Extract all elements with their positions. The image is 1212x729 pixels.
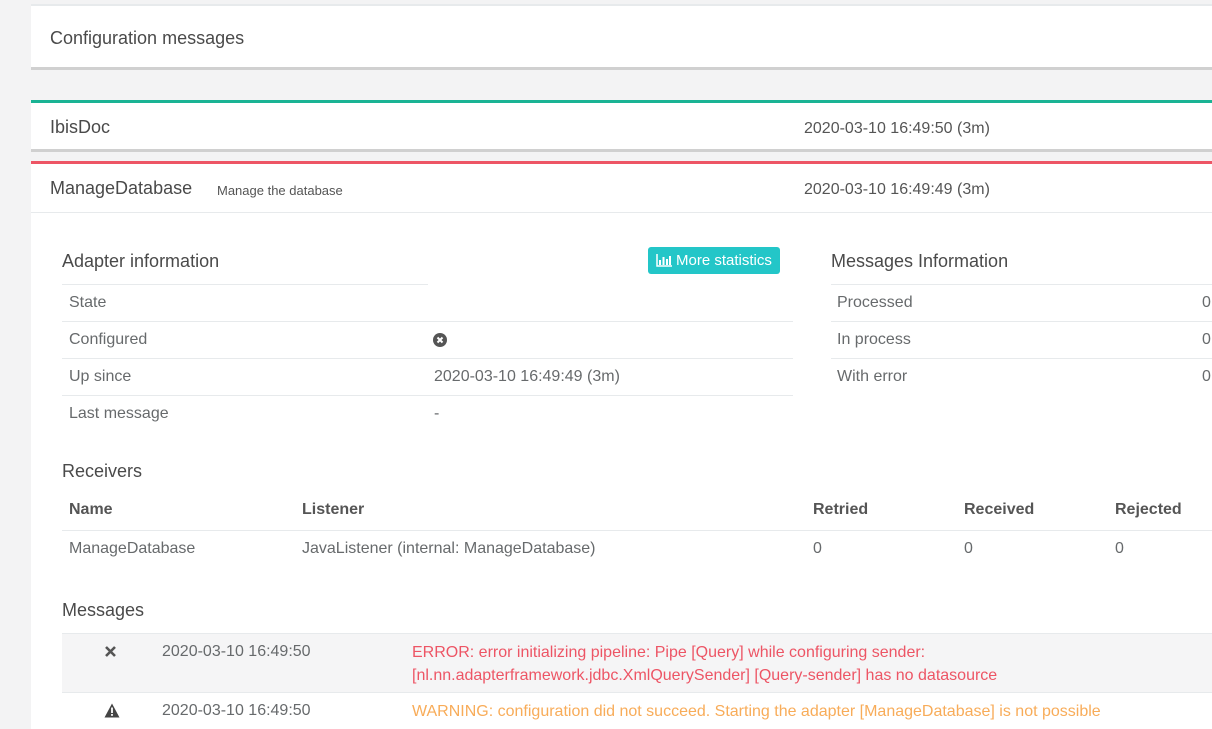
msginfo-row-processed: Processed 0 [831, 284, 1212, 321]
adapter-managedatabase-panel: ManageDatabase Manage the database 2020-… [31, 161, 1212, 729]
more-statistics-button[interactable]: More statistics [648, 247, 780, 274]
msginfo-label: In process [837, 331, 911, 348]
receiver-rejected: 0 [1115, 540, 1124, 557]
msginfo-value: 0 [1202, 331, 1211, 348]
receiver-received: 0 [964, 540, 973, 557]
message-text: ERROR: error initializing pipeline: Pipe… [412, 641, 997, 687]
message-text: WARNING: configuration did not succeed. … [412, 703, 1101, 720]
table-row: ManageDatabase JavaListener (internal: M… [62, 531, 1212, 568]
more-statistics-label: More statistics [676, 252, 772, 269]
info-label: State [69, 294, 107, 311]
msginfo-value: 0 [1202, 294, 1211, 311]
receivers-heading: Receivers [62, 461, 143, 481]
receivers-header-row: Name Listener Retried Received Rejected [62, 494, 1212, 531]
close-icon [104, 645, 117, 663]
msginfo-label: With error [837, 368, 908, 385]
message-time: 2020-03-10 16:49:50 [162, 643, 311, 660]
info-label: Up since [69, 368, 132, 385]
msginfo-row-with-error: With error 0 [831, 358, 1212, 395]
adapter-title[interactable]: IbisDoc [50, 117, 110, 138]
panel-title: Configuration messages [50, 28, 245, 48]
column-header-retried: Retried [813, 501, 869, 518]
info-row-state: State [62, 284, 428, 321]
info-value: - [434, 405, 440, 422]
receiver-name: ManageDatabase [69, 540, 196, 557]
msginfo-value: 0 [1202, 368, 1211, 385]
bar-chart-icon [656, 254, 672, 267]
adapter-title[interactable]: ManageDatabase [50, 178, 192, 199]
not-configured-icon [433, 333, 447, 352]
adapter-uptime: 2020-03-10 16:49:49 (3m) [804, 181, 990, 198]
list-item: 2020-03-10 16:49:50 ERROR: error initial… [62, 633, 1212, 693]
adapter-information-heading: Adapter information [62, 251, 220, 271]
messages-heading: Messages [62, 600, 145, 620]
info-value: 2020-03-10 16:49:49 (3m) [434, 368, 620, 385]
adapter-ibisdoc-panel[interactable]: IbisDoc 2020-03-10 16:49:50 (3m) [31, 100, 1212, 152]
column-header-received: Received [964, 501, 1035, 518]
list-item: 2020-03-10 16:49:50 WARNING: configurati… [62, 693, 1212, 729]
messages-information-heading: Messages Information [831, 251, 1009, 271]
adapter-header[interactable]: ManageDatabase Manage the database 2020-… [31, 164, 1212, 213]
column-header-listener: Listener [302, 501, 365, 518]
receiver-retried: 0 [813, 540, 822, 557]
info-label: Configured [69, 331, 148, 348]
column-header-rejected: Rejected [1115, 501, 1182, 518]
msginfo-label: Processed [837, 294, 913, 311]
message-time: 2020-03-10 16:49:50 [162, 702, 311, 719]
info-row-up-since: Up since 2020-03-10 16:49:49 (3m) [62, 358, 793, 395]
adapter-uptime: 2020-03-10 16:49:50 (3m) [804, 120, 990, 137]
message-line: [nl.nn.adapterframework.jdbc.XmlQuerySen… [412, 667, 998, 684]
info-row-configured: Configured [62, 321, 793, 358]
receiver-listener: JavaListener (internal: ManageDatabase) [302, 540, 596, 557]
column-header-name: Name [69, 501, 113, 518]
info-row-last-message: Last message - [62, 395, 793, 432]
adapter-description: Manage the database [217, 183, 343, 198]
warning-icon [104, 703, 120, 723]
msginfo-row-in-process: In process 0 [831, 321, 1212, 358]
message-line: ERROR: error initializing pipeline: Pipe… [412, 644, 926, 661]
configuration-messages-panel: Configuration messages [31, 4, 1212, 70]
info-label: Last message [69, 405, 169, 422]
